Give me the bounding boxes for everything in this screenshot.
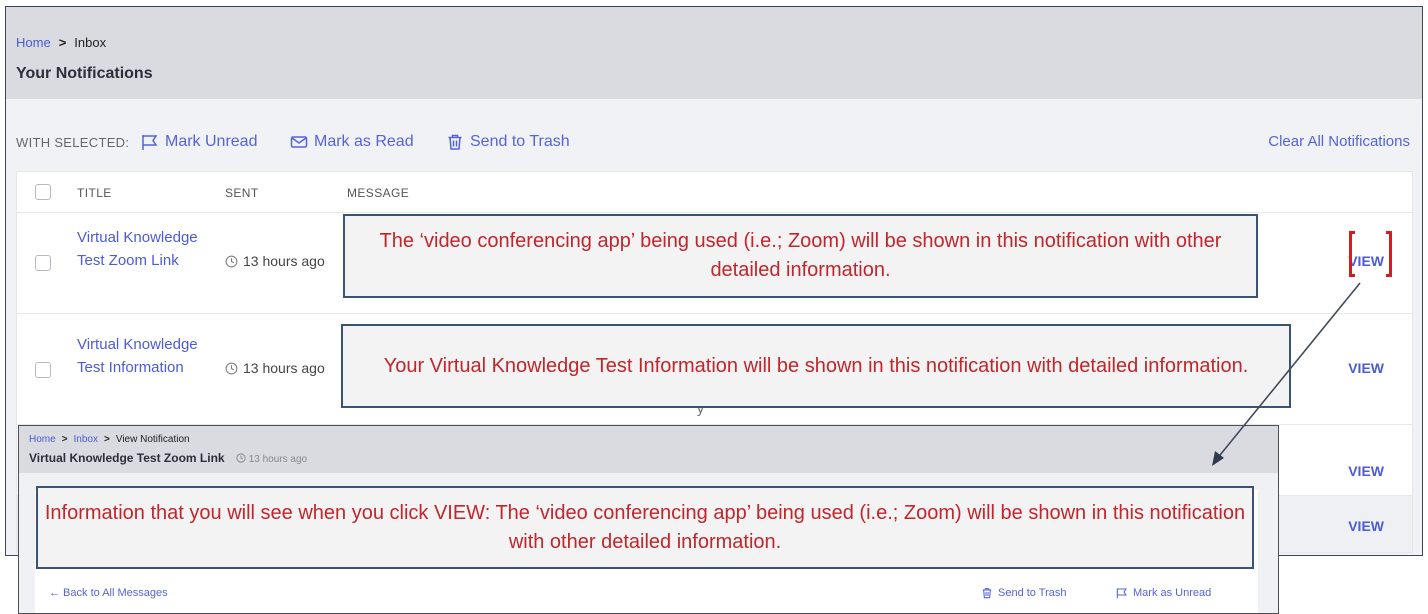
mark-read-label: Mark as Read <box>314 133 414 150</box>
row-title-link[interactable]: Virtual Knowledge Test Information <box>77 333 207 379</box>
inset-breadcrumb: Home > Inbox > View Notification <box>29 434 190 445</box>
inset-time: 13 hours ago <box>236 453 308 465</box>
bulk-actions-toolbar: WITH SELECTED: Mark Unread Mark as Read … <box>6 133 1422 157</box>
mark-unread-button[interactable]: Mark Unread <box>141 133 257 151</box>
callout-test-information: Your Virtual Knowledge Test Information … <box>341 324 1291 408</box>
bracket-right <box>1386 231 1392 277</box>
table-header: TITLE SENT MESSAGE <box>17 172 1412 213</box>
trash-icon <box>982 588 992 599</box>
view-button[interactable]: VIEW <box>1348 518 1384 534</box>
row-title-link[interactable]: Virtual Knowledge Test Zoom Link <box>77 226 207 272</box>
column-message: MESSAGE <box>347 186 410 200</box>
page-title: Your Notifications <box>16 65 153 82</box>
view-button[interactable]: VIEW <box>1348 360 1384 376</box>
envelope-icon <box>290 136 308 148</box>
bracket-left <box>1349 231 1355 277</box>
breadcrumb: Home > Inbox <box>16 35 106 50</box>
clear-all-notifications-link[interactable]: Clear All Notifications <box>1268 133 1410 150</box>
flag-icon <box>1116 588 1127 599</box>
flag-icon <box>142 135 158 150</box>
column-sent: SENT <box>225 186 259 200</box>
row-sent: 13 hours ago <box>225 360 325 376</box>
inset-title: Virtual Knowledge Test Zoom Link 13 hour… <box>29 451 307 465</box>
page-header: Home > Inbox Your Notifications <box>6 7 1422 99</box>
inset-breadcrumb-separator: > <box>61 434 68 445</box>
row-sent-time: 13 hours ago <box>243 360 325 376</box>
row-sent: 13 hours ago <box>225 253 325 269</box>
breadcrumb-home[interactable]: Home <box>16 35 51 50</box>
mark-read-button[interactable]: Mark as Read <box>290 133 414 151</box>
clock-icon <box>225 362 238 374</box>
clock-icon <box>236 453 246 463</box>
inset-time-text: 13 hours ago <box>248 454 308 465</box>
inset-breadcrumb-home[interactable]: Home <box>29 434 56 445</box>
row-checkbox[interactable] <box>35 362 51 378</box>
send-to-trash-button[interactable]: Send to Trash <box>446 133 570 151</box>
select-all-checkbox[interactable] <box>35 184 51 200</box>
row-sent-time: 13 hours ago <box>243 253 325 269</box>
column-title: TITLE <box>77 186 112 200</box>
inset-breadcrumb-separator: > <box>104 434 110 445</box>
callout-zoom-link: The ‘video conferencing app’ being used … <box>343 214 1258 298</box>
breadcrumb-separator: > <box>58 35 67 50</box>
clock-icon <box>225 255 238 267</box>
trash-icon <box>448 134 462 150</box>
inset-mark-unread-button[interactable]: Mark as Unread <box>1116 587 1211 599</box>
inset-breadcrumb-inbox[interactable]: Inbox <box>74 434 98 445</box>
inset-send-to-trash-label: Send to Trash <box>998 587 1067 599</box>
breadcrumb-current: Inbox <box>74 35 107 50</box>
callout-view-information: Information that you will see when you c… <box>36 486 1254 569</box>
with-selected-label: WITH SELECTED: <box>16 135 130 150</box>
inset-title-text: Virtual Knowledge Test Zoom Link <box>29 451 225 465</box>
view-button[interactable]: VIEW <box>1348 463 1384 479</box>
row-checkbox[interactable] <box>35 255 51 271</box>
mark-unread-label: Mark Unread <box>165 133 258 150</box>
back-to-all-messages-link[interactable]: ← Back to All Messages <box>49 587 168 599</box>
send-to-trash-label: Send to Trash <box>470 133 570 150</box>
inset-breadcrumb-current: View Notification <box>115 434 190 445</box>
inset-send-to-trash-button[interactable]: Send to Trash <box>981 587 1067 599</box>
inset-mark-unread-label: Mark as Unread <box>1133 587 1212 599</box>
inset-header: Home > Inbox > View Notification Virtual Kno… <box>19 426 1278 473</box>
